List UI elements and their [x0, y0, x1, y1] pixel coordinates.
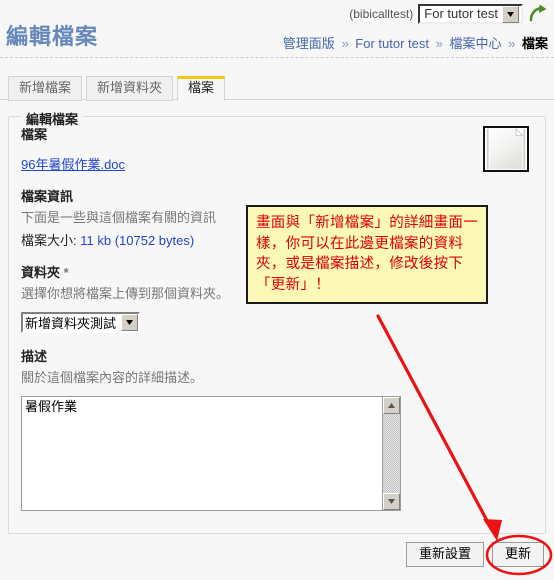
breadcrumb: 管理面版 » For tutor test » 檔案中心 » 檔案 — [283, 33, 548, 52]
description-textarea-value[interactable]: 暑假作業 — [22, 397, 382, 510]
scroll-down-arrow-icon[interactable] — [383, 492, 400, 510]
tab-new-file[interactable]: 新增檔案 — [8, 75, 83, 101]
file-info-label: 檔案資訊 — [21, 188, 74, 204]
required-marker: * — [63, 264, 69, 280]
tab-bar: 新增檔案 新增資料夾 檔案 — [0, 70, 554, 101]
submit-update-button[interactable]: 更新 — [491, 542, 544, 567]
annotation-callout-box: 畫面與「新增檔案」的詳細畫面一樣，你可以在此邊更檔案的資料夾，或是檔案描述，修改… — [246, 205, 488, 305]
file-download-link[interactable]: 96年暑假作業.doc — [21, 154, 125, 173]
reset-button[interactable]: 重新設置 — [405, 542, 484, 567]
page-header: 編輯檔案 (bibicalltest) For tutor test 管理面版 … — [0, 0, 554, 58]
main-content: 編輯檔案 檔案 96年暑假作業.doc 檔案資訊 下面是一些與這個檔案有關的資訊… — [0, 100, 554, 534]
file-section: 檔案 96年暑假作業.doc — [21, 125, 533, 173]
tab-new-folder[interactable]: 新增資料夾 — [86, 75, 174, 101]
folder-select-value: 新增資料夾測試 — [25, 315, 117, 331]
file-size-label: 檔案大小: — [21, 232, 77, 248]
site-select-value: For tutor test — [424, 6, 498, 21]
site-select[interactable]: For tutor test — [418, 4, 523, 24]
file-label: 檔案 — [21, 127, 48, 142]
breadcrumb-item-1[interactable]: For tutor test — [355, 36, 429, 51]
description-section: 描述 關於這個檔案內容的詳細描述。 暑假作業 — [21, 347, 533, 511]
edit-file-fieldset: 編輯檔案 檔案 96年暑假作業.doc 檔案資訊 下面是一些與這個檔案有關的資訊… — [8, 109, 546, 534]
breadcrumb-separator: » — [341, 36, 349, 51]
document-file-icon — [483, 126, 529, 172]
description-label: 描述 — [21, 348, 48, 364]
breadcrumb-separator: » — [508, 36, 516, 51]
folder-label-text: 資料夾 — [21, 264, 61, 280]
scrollbar-track[interactable] — [383, 413, 400, 493]
form-actions: 重新設置 更新 — [405, 542, 544, 567]
chevron-down-icon[interactable] — [121, 313, 139, 331]
file-size-value: 11 kb (10752 bytes) — [80, 232, 195, 248]
tab-files[interactable]: 檔案 — [177, 75, 226, 101]
description-desc: 關於這個檔案內容的詳細描述。 — [21, 370, 204, 385]
breadcrumb-item-current: 檔案 — [521, 36, 548, 51]
folder-select[interactable]: 新增資料夾測試 — [21, 311, 141, 333]
breadcrumb-item-2[interactable]: 檔案中心 — [449, 36, 501, 51]
page-title: 編輯檔案 — [6, 24, 99, 49]
fieldset-legend: 編輯檔案 — [21, 109, 84, 128]
chevron-down-icon[interactable] — [502, 5, 519, 23]
breadcrumb-item-0[interactable]: 管理面版 — [283, 36, 335, 51]
description-textarea[interactable]: 暑假作業 — [21, 395, 401, 511]
breadcrumb-separator: » — [435, 36, 443, 51]
username-label: (bibicalltest) — [349, 7, 414, 21]
description-scrollbar[interactable] — [382, 396, 400, 510]
header-right-group: (bibicalltest) For tutor test — [349, 4, 548, 24]
scroll-up-arrow-icon[interactable] — [383, 396, 400, 414]
green-curved-arrow-icon[interactable] — [528, 4, 548, 24]
